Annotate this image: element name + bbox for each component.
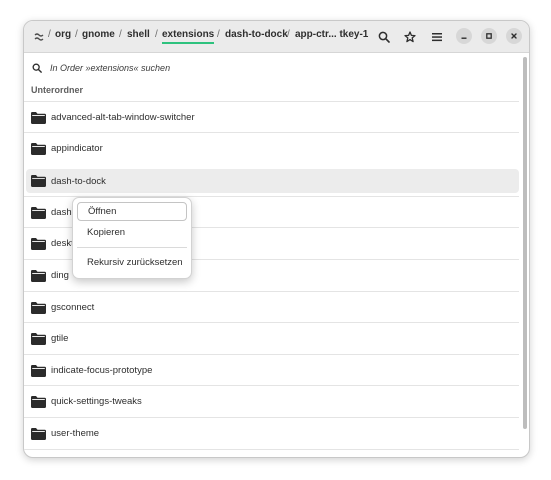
star-icon[interactable] bbox=[401, 21, 419, 52]
list-item[interactable]: appindicator bbox=[24, 132, 519, 164]
folder-label: appindicator bbox=[51, 143, 103, 154]
folder-icon bbox=[31, 175, 46, 187]
search-placeholder: In Order »extensions« suchen bbox=[50, 63, 171, 73]
folder-label: deskt bbox=[51, 238, 74, 249]
breadcrumb-org[interactable]: org bbox=[55, 29, 71, 40]
breadcrumb-separator: / bbox=[48, 29, 51, 40]
folder-label: indicate-focus-prototype bbox=[51, 365, 153, 376]
list-item[interactable]: user-theme bbox=[24, 417, 519, 449]
folder-label: gsconnect bbox=[51, 302, 95, 313]
breadcrumb-separator: / bbox=[217, 29, 220, 40]
breadcrumb-dash-to-dock[interactable]: dash-to-dock bbox=[225, 29, 288, 40]
folder-icon bbox=[31, 301, 46, 314]
search-icon[interactable] bbox=[375, 21, 393, 52]
breadcrumb-separator: / bbox=[119, 29, 122, 40]
maximize-button[interactable] bbox=[481, 28, 497, 44]
folder-label: advanced-alt-tab-window-switcher bbox=[51, 112, 195, 123]
scrollbar[interactable] bbox=[523, 57, 527, 429]
list-item[interactable]: gsconnect bbox=[24, 291, 519, 323]
folder-icon bbox=[31, 206, 46, 219]
search-field[interactable]: In Order »extensions« suchen bbox=[32, 59, 170, 77]
folder-label: dash-to-dock bbox=[51, 175, 106, 187]
hamburger-menu-icon[interactable] bbox=[428, 21, 446, 52]
folder-icon bbox=[31, 111, 46, 124]
dconf-icon[interactable] bbox=[32, 21, 46, 52]
menu-item-reset-recursive[interactable]: Rekursiv zurücksetzen bbox=[77, 253, 187, 272]
folder-icon bbox=[31, 269, 46, 282]
list-item-hovered[interactable]: dash-to-dock bbox=[26, 169, 519, 193]
breadcrumb-shell[interactable]: shell bbox=[127, 29, 150, 40]
maximize-icon bbox=[486, 33, 492, 39]
list-item[interactable]: quick-settings-tweaks bbox=[24, 385, 519, 417]
minimize-icon bbox=[461, 37, 467, 39]
folder-icon bbox=[31, 237, 46, 250]
breadcrumb-app-ctrl-hotkey[interactable]: app-ctr... tkey-1 bbox=[295, 29, 368, 40]
close-icon bbox=[511, 33, 517, 39]
close-button[interactable] bbox=[506, 28, 522, 44]
minimize-button[interactable] bbox=[456, 28, 472, 44]
list-item[interactable]: gtile bbox=[24, 322, 519, 354]
folder-icon bbox=[31, 364, 46, 377]
menu-item-copy[interactable]: Kopieren bbox=[77, 223, 187, 242]
folder-label: ding bbox=[51, 270, 69, 281]
folder-icon bbox=[31, 427, 46, 440]
folder-label: gtile bbox=[51, 333, 69, 344]
header-bar: / org / gnome / shell / extensions / das… bbox=[24, 21, 529, 53]
folder-label: user-theme bbox=[51, 428, 100, 439]
breadcrumb-separator: / bbox=[287, 29, 290, 40]
menu-item-open[interactable]: Öffnen bbox=[77, 202, 187, 221]
folder-icon bbox=[31, 332, 46, 345]
context-menu: Öffnen Kopieren Rekursiv zurücksetzen bbox=[72, 197, 192, 279]
breadcrumb-separator: / bbox=[155, 29, 158, 40]
search-icon bbox=[32, 63, 42, 73]
list-item[interactable]: advanced-alt-tab-window-switcher bbox=[24, 101, 519, 133]
breadcrumb-separator: / bbox=[75, 29, 78, 40]
folder-label: quick-settings-tweaks bbox=[51, 396, 142, 407]
section-title: Unterordner bbox=[31, 85, 84, 95]
breadcrumb-extensions[interactable]: extensions bbox=[162, 29, 215, 44]
breadcrumb-gnome[interactable]: gnome bbox=[82, 29, 115, 40]
folder-icon bbox=[31, 142, 46, 155]
folder-icon bbox=[31, 395, 46, 408]
list-divider bbox=[24, 449, 519, 457]
menu-separator bbox=[77, 247, 187, 248]
list-item[interactable]: indicate-focus-prototype bbox=[24, 354, 519, 386]
